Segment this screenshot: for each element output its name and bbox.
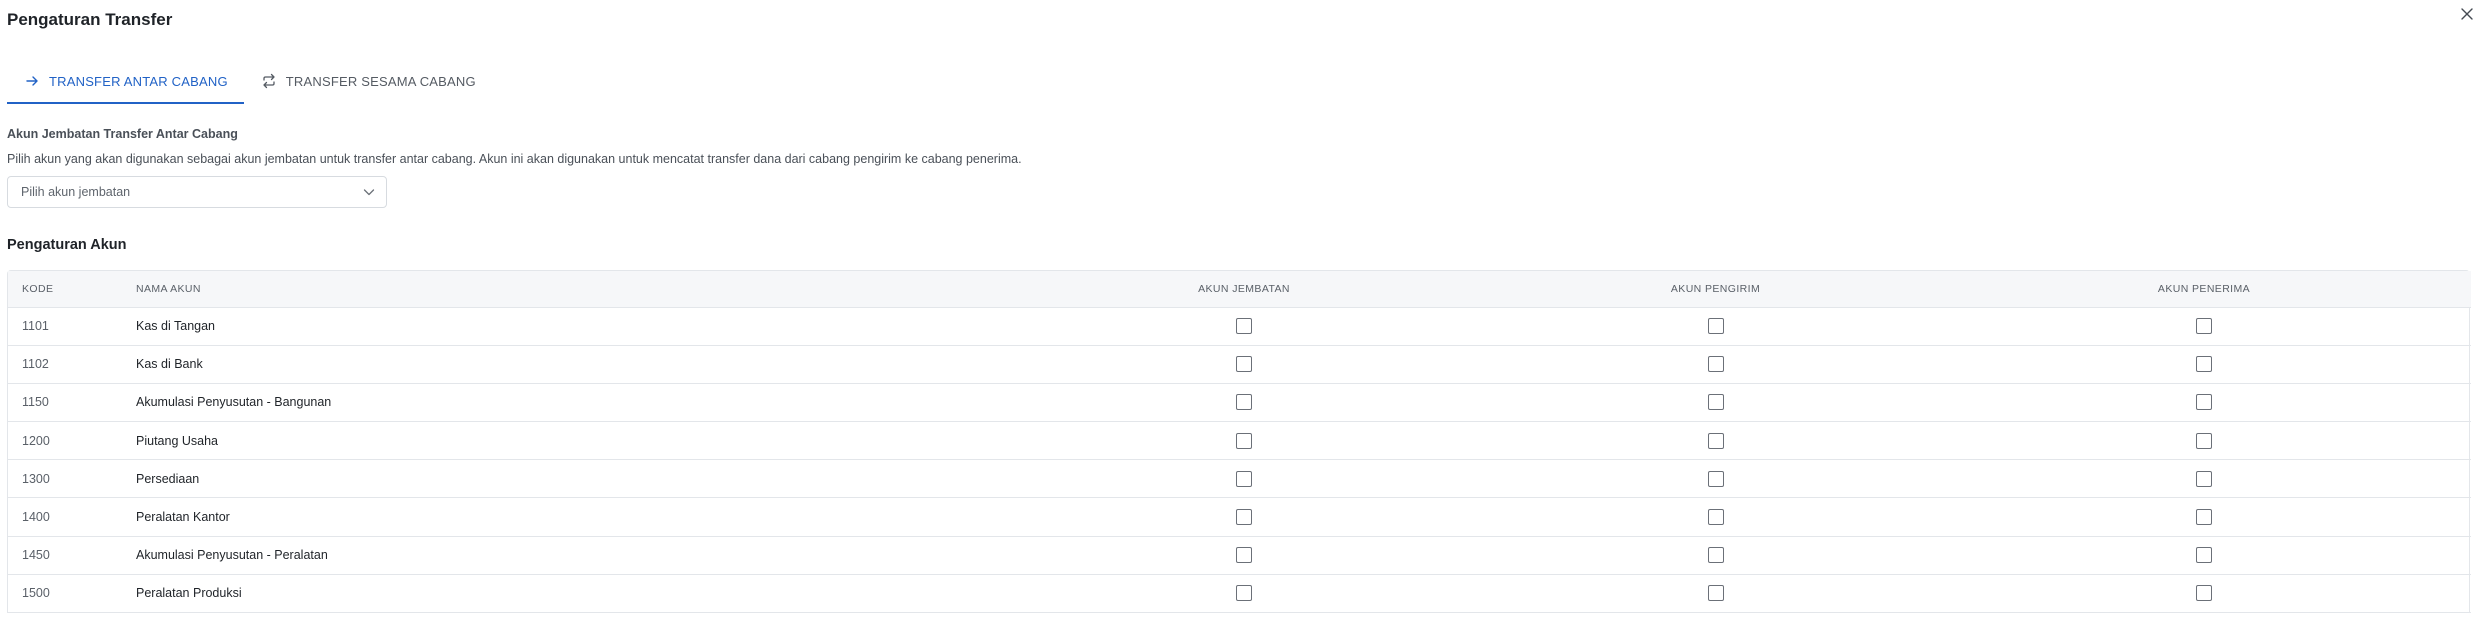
akun-penerima-checkbox[interactable] — [2196, 318, 2212, 335]
akun-pengirim-checkbox[interactable] — [1707, 470, 1724, 487]
repeat-icon — [260, 72, 278, 90]
table-row: 1102 Kas di Bank — [8, 345, 2471, 384]
account-name: Piutang Usaha — [122, 421, 994, 461]
akun-jembatan-checkbox[interactable] — [1236, 394, 1252, 411]
table-row: 1200 Piutang Usaha — [8, 421, 2471, 461]
akun-pengirim-checkbox[interactable] — [1707, 394, 1724, 411]
akun-jembatan-checkbox[interactable] — [1236, 547, 1252, 564]
account-code: 1400 — [8, 497, 122, 537]
akun-jembatan-checkbox[interactable] — [1236, 432, 1252, 449]
akun-penerima-checkbox[interactable] — [2196, 470, 2212, 487]
account-code: 1300 — [8, 459, 122, 499]
akun-penerima-checkbox[interactable] — [2196, 509, 2212, 526]
tab-label: TRANSFER ANTAR CABANG — [49, 73, 228, 89]
akun-jembatan-checkbox[interactable] — [1236, 318, 1252, 335]
column-header-akun-jembatan: AKUN JEMBATAN — [994, 271, 1494, 308]
akun-penerima-checkbox[interactable] — [2196, 547, 2212, 564]
tab-transfer-antar-cabang[interactable]: TRANSFER ANTAR CABANG — [7, 58, 244, 104]
account-name: Kas di Tangan — [122, 307, 994, 346]
account-name: Akumulasi Penyusutan - Bangunan — [122, 383, 994, 423]
bridge-account-select[interactable]: Pilih akun jembatan — [7, 176, 387, 208]
column-header-akun-pengirim: AKUN PENGIRIM — [1494, 271, 1937, 308]
account-code: 1500 — [8, 574, 122, 614]
akun-penerima-checkbox[interactable] — [2196, 356, 2212, 373]
account-code: 1200 — [8, 421, 122, 461]
column-header-nama-akun: NAMA AKUN — [122, 271, 994, 308]
accounts-table: KODE NAMA AKUN AKUN JEMBATAN AKUN PENGIR… — [7, 270, 2471, 614]
akun-pengirim-checkbox[interactable] — [1707, 547, 1724, 564]
akun-penerima-checkbox[interactable] — [2196, 394, 2212, 411]
akun-pengirim-checkbox[interactable] — [1707, 585, 1724, 602]
akun-jembatan-checkbox[interactable] — [1236, 356, 1252, 373]
account-name: Akumulasi Penyusutan - Peralatan — [122, 536, 994, 575]
account-code: 1450 — [8, 536, 122, 575]
akun-jembatan-checkbox[interactable] — [1236, 509, 1252, 526]
table-row: 1500 Peralatan Produksi — [8, 574, 2471, 614]
akun-pengirim-checkbox[interactable] — [1707, 509, 1724, 526]
account-name: Peralatan Produksi — [122, 574, 994, 614]
table-row: 1150 Akumulasi Penyusutan - Bangunan — [8, 383, 2471, 423]
column-header-akun-penerima: AKUN PENERIMA — [1937, 271, 2471, 308]
bridge-account-label: Akun Jembatan Transfer Antar Cabang — [7, 127, 238, 141]
table-row: 1450 Akumulasi Penyusutan - Peralatan — [8, 536, 2471, 575]
column-header-kode: KODE — [8, 271, 122, 308]
akun-pengirim-checkbox[interactable] — [1707, 318, 1724, 335]
akun-penerima-checkbox[interactable] — [2196, 585, 2212, 602]
tab-label: TRANSFER SESAMA CABANG — [285, 73, 476, 89]
table-header-row: KODE NAMA AKUN AKUN JEMBATAN AKUN PENGIR… — [8, 271, 2471, 308]
arrow-right-icon — [23, 72, 41, 90]
close-button[interactable] — [2457, 4, 2477, 24]
akun-jembatan-checkbox[interactable] — [1236, 585, 1252, 602]
account-name: Persediaan — [122, 459, 994, 499]
transfer-settings-dialog: Pengaturan Transfer TRANSFER ANTAR CABAN… — [0, 0, 2483, 621]
table-row: 1400 Peralatan Kantor — [8, 497, 2471, 537]
dialog-title: Pengaturan Transfer — [7, 10, 173, 29]
table-row: 1101 Kas di Tangan — [8, 307, 2471, 346]
account-name: Kas di Bank — [122, 345, 994, 384]
select-placeholder: Pilih akun jembatan — [21, 185, 131, 199]
close-icon — [2461, 8, 2473, 20]
tab-bar: TRANSFER ANTAR CABANG TRANSFER SESAMA CA… — [7, 58, 2476, 104]
akun-pengirim-checkbox[interactable] — [1707, 432, 1724, 449]
accounts-heading: Pengaturan Akun — [7, 237, 127, 253]
account-code: 1150 — [8, 383, 122, 423]
akun-penerima-checkbox[interactable] — [2196, 432, 2212, 449]
bridge-account-description: Pilih akun yang akan digunakan sebagai a… — [7, 152, 1022, 166]
account-code: 1102 — [8, 345, 122, 384]
akun-pengirim-checkbox[interactable] — [1707, 356, 1724, 373]
tab-transfer-sesama-cabang[interactable]: TRANSFER SESAMA CABANG — [244, 58, 492, 104]
account-name: Peralatan Kantor — [122, 497, 994, 537]
account-code: 1101 — [8, 307, 122, 346]
akun-jembatan-checkbox[interactable] — [1236, 470, 1252, 487]
chevron-down-icon — [363, 189, 375, 196]
table-row: 1300 Persediaan — [8, 459, 2471, 499]
